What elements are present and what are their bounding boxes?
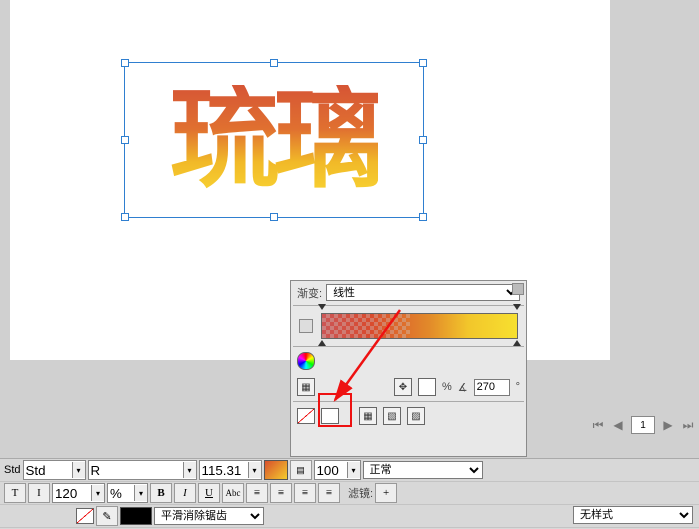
underline-button[interactable]: U [198,483,220,503]
separator [293,305,524,306]
color-stop-right[interactable] [513,340,521,348]
text-selection-frame[interactable]: 琉璃 [124,62,424,218]
align-right-button[interactable]: ≡ [294,483,316,503]
handle-tm[interactable] [270,59,278,67]
current-frame[interactable]: 1 [631,416,655,434]
separator [293,401,524,402]
color-stop-left[interactable] [318,340,326,348]
move-icon[interactable]: ✥ [394,378,412,396]
angle-input[interactable] [474,379,510,396]
handle-ml[interactable] [121,136,129,144]
font-family-select[interactable]: ▾ [23,460,86,480]
font-style-select[interactable]: ▾ [88,460,197,480]
white-swatch[interactable] [321,408,339,424]
style-mode-select[interactable]: 无样式 [573,506,693,524]
handle-mr[interactable] [419,136,427,144]
handle-bm[interactable] [270,213,278,221]
filter-label: 滤镜: [348,485,373,501]
lock-icon[interactable] [299,319,313,333]
bold-button[interactable]: B [150,483,172,503]
pencil-icon[interactable]: ✎ [96,506,118,526]
italic-button[interactable]: I [174,483,196,503]
dropdown-icon[interactable]: ▾ [134,485,147,501]
next-frame-button[interactable]: ▶ [661,418,675,432]
align-center-button[interactable]: ≡ [270,483,292,503]
handle-br[interactable] [419,213,427,221]
percent-input[interactable]: ▾ [107,483,148,503]
align-left-button[interactable]: ≡ [246,483,268,503]
swatch-btn-1[interactable]: ▦ [359,407,377,425]
antialias-select[interactable]: 平滑消除锯齿 [154,507,264,525]
gradient-bar[interactable] [321,313,518,339]
handle-bl[interactable] [121,213,129,221]
dropdown-icon[interactable]: ▾ [183,462,196,478]
blend-mode-select[interactable]: 正常 [363,461,483,479]
opacity-stop-right[interactable] [513,304,521,312]
dropdown-icon[interactable]: ▾ [248,462,261,478]
degree-label: ° [516,381,520,393]
separator [293,346,524,347]
timeline-controls: ⏮ ◀ 1 ▶ ⏭ [545,410,695,440]
percent-label: % [442,381,452,393]
add-swatch-button[interactable]: ▦ [297,378,315,396]
opacity-stop-left[interactable] [318,304,326,312]
color-wheel-icon[interactable] [297,352,315,370]
align-justify-button[interactable]: ≡ [318,483,340,503]
handle-tr[interactable] [419,59,427,67]
canvas-text[interactable]: 琉璃 [170,85,378,195]
stroke-color-swatch[interactable] [120,507,152,525]
abc-button[interactable]: Abc [222,483,244,503]
stroke-none-swatch[interactable] [76,508,94,524]
swatch-btn-3[interactable]: ▨ [407,407,425,425]
font-name-suffix: Std [4,464,21,476]
opacity-input[interactable]: ▾ [314,460,361,480]
panel-menu-icon[interactable] [512,283,524,295]
dropdown-icon[interactable]: ▾ [347,462,360,478]
no-fill-swatch[interactable] [297,408,315,424]
dropdown-icon[interactable]: ▾ [72,462,85,478]
opacity-icon: ▤ [290,460,312,480]
first-frame-button[interactable]: ⏮ [591,418,605,432]
angle-icon: ∡ [458,381,468,394]
font-size-input[interactable]: ▾ [52,483,105,503]
text-color-swatch[interactable] [264,460,288,480]
font-size-icon: I [28,483,50,503]
current-color-swatch[interactable] [418,378,436,396]
handle-tl[interactable] [121,59,129,67]
gradient-type-select[interactable]: 线性 [326,284,520,301]
dropdown-icon[interactable]: ▾ [91,485,104,501]
last-frame-button[interactable]: ⏭ [681,418,695,432]
zoom-input[interactable]: ▾ [199,460,262,480]
text-orientation-button[interactable]: T [4,483,26,503]
transparency-checker [322,314,410,338]
gradient-panel: 渐变: 线性 ▦ ✥ % ∡ ° ▦ ▧ ▨ [290,280,527,457]
prev-frame-button[interactable]: ◀ [611,418,625,432]
swatch-btn-2[interactable]: ▧ [383,407,401,425]
add-filter-button[interactable]: + [375,483,397,503]
gradient-type-label: 渐变: [297,285,322,301]
